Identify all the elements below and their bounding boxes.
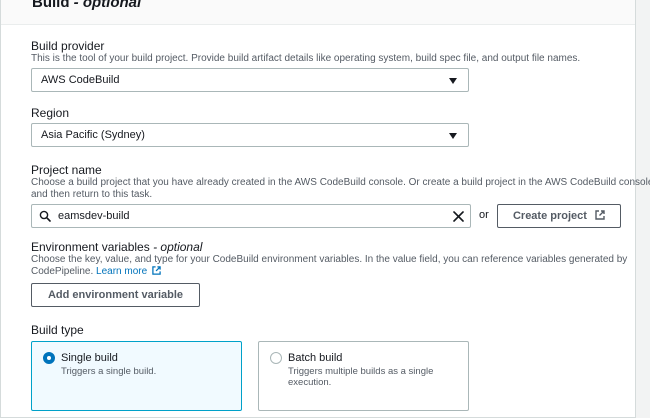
build-provider-label: Build provider [31,39,105,53]
project-name-description-2: and then return to this task. [31,189,153,200]
caret-down-icon [449,78,457,84]
env-vars-description-2: CodePipeline. Learn more [31,266,161,278]
project-name-description-1: Choose a build project that you have alr… [31,177,650,188]
env-vars-label: Environment variables - optional [31,240,203,254]
build-provider-description: This is the tool of your build project. … [31,53,581,64]
radio-unselected[interactable] [270,352,282,364]
region-label: Region [31,106,70,120]
region-value: Asia Pacific (Sydney) [41,129,145,141]
external-link-icon [595,210,605,220]
radio-selected[interactable] [43,352,55,364]
build-type-batch[interactable]: Batch build Triggers multiple builds as … [258,341,469,411]
single-build-description: Triggers a single build. [61,366,157,377]
build-type-label: Build type [31,323,84,337]
add-environment-variable-button[interactable]: Add environment variable [31,283,200,307]
section-title: Build - optional [32,0,142,11]
create-project-button[interactable]: Create project [497,204,621,228]
create-project-label: Create project [512,210,587,222]
project-search-input[interactable]: eamsdev-build [31,204,471,228]
batch-build-description-1: Triggers multiple builds as a single [288,366,434,377]
external-link-icon[interactable] [152,266,161,275]
batch-build-title: Batch build [288,352,343,364]
project-name-label: Project name [31,163,102,177]
build-type-single[interactable]: Single build Triggers a single build. [31,341,242,411]
build-provider-select[interactable]: AWS CodeBuild [31,68,469,92]
or-text: or [479,209,489,221]
section-header: Build - optional [1,0,635,25]
clear-icon[interactable] [453,211,464,222]
build-provider-value: AWS CodeBuild [41,74,120,86]
env-vars-description-1: Choose the key, value, and type for your… [31,254,628,265]
region-select[interactable]: Asia Pacific (Sydney) [31,123,469,147]
search-icon [39,210,51,222]
caret-down-icon [449,133,457,139]
single-build-title: Single build [61,352,118,364]
project-search-value: eamsdev-build [58,210,130,222]
learn-more-link[interactable]: Learn more [96,266,147,277]
batch-build-description-2: execution. [288,377,332,388]
